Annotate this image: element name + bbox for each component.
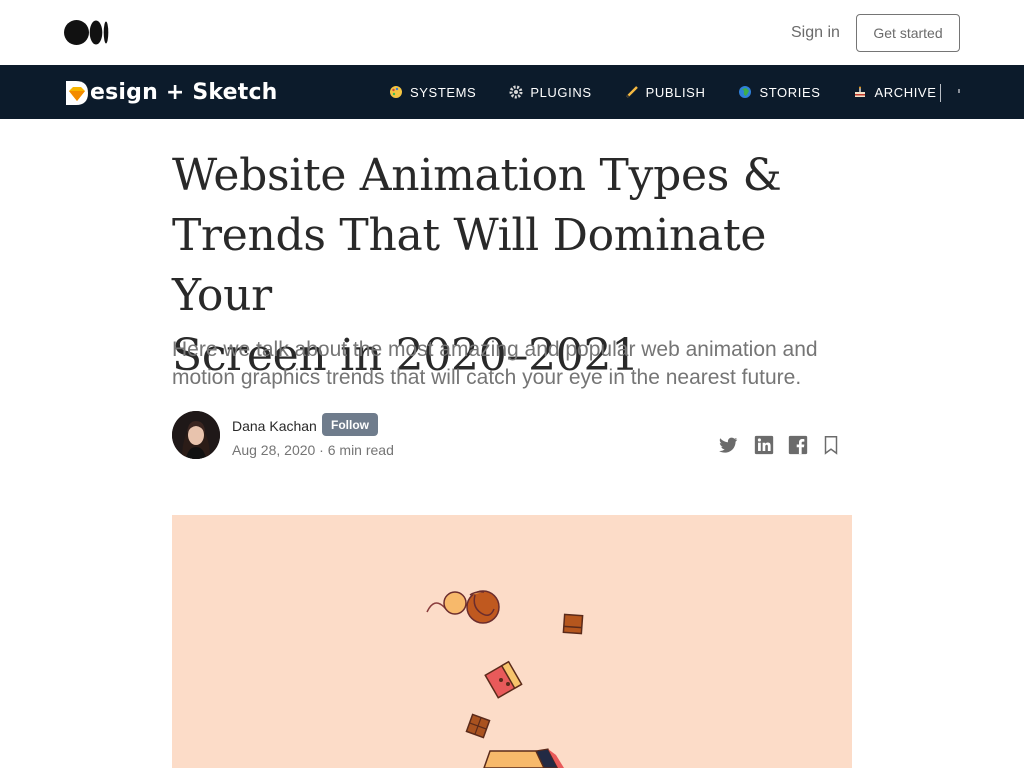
nav-publish-label: PUBLISH bbox=[645, 84, 706, 100]
publication-home-link[interactable]: esign + Sketch bbox=[64, 77, 278, 107]
nav-divider bbox=[940, 84, 941, 102]
palette-icon bbox=[388, 84, 404, 100]
nav-stories-label: STORIES bbox=[759, 84, 821, 100]
medium-logo-icon[interactable] bbox=[64, 20, 110, 45]
follow-button[interactable]: Follow bbox=[322, 413, 378, 436]
twitter-icon[interactable] bbox=[717, 434, 739, 456]
nav-plugins[interactable]: PLUGINS bbox=[508, 84, 591, 100]
article-subtitle-line: Here we talk about the most amazing and … bbox=[172, 338, 818, 361]
article-title-line: Website Animation Types & bbox=[172, 150, 782, 201]
top-bar: Sign in Get started bbox=[0, 0, 1024, 65]
nav-systems-label: SYSTEMS bbox=[410, 84, 477, 100]
pencil-icon bbox=[624, 84, 640, 100]
article-meta: Aug 28, 2020 · 6 min read bbox=[232, 442, 394, 458]
article-subtitle: Here we talk about the most amazing and … bbox=[172, 336, 862, 392]
linkedin-icon[interactable] bbox=[753, 434, 775, 456]
nav-archive[interactable]: ARCHIVE bbox=[852, 84, 936, 100]
get-started-button[interactable]: Get started bbox=[856, 14, 960, 52]
cake-icon bbox=[852, 84, 868, 100]
nav-plugins-label: PLUGINS bbox=[530, 84, 592, 100]
sign-in-link[interactable]: Sign in bbox=[791, 24, 840, 42]
author-avatar[interactable] bbox=[172, 411, 220, 459]
nav-stories[interactable]: STORIES bbox=[737, 84, 820, 100]
gear-icon bbox=[508, 84, 524, 100]
nav-systems[interactable]: SYSTEMS bbox=[388, 84, 476, 100]
publication-nav: esign + Sketch SYSTEMS PLUGINS PUBLISH S… bbox=[0, 65, 1024, 119]
globe-icon bbox=[737, 84, 753, 100]
publication-nav-links: SYSTEMS PLUGINS PUBLISH STORIES ARCHIVE bbox=[388, 65, 968, 119]
nav-archive-label: ARCHIVE bbox=[874, 84, 937, 100]
publication-title: esign + Sketch bbox=[90, 79, 278, 105]
article-title-line: Trends That Will Dominate Your bbox=[172, 210, 767, 321]
author-name[interactable]: Dana Kachan bbox=[232, 418, 317, 434]
facebook-icon[interactable] bbox=[787, 434, 809, 456]
nav-more-indicator[interactable] bbox=[958, 89, 960, 93]
hero-illustration bbox=[172, 515, 852, 768]
article-subtitle-line: motion graphics trends that will catch y… bbox=[172, 366, 802, 389]
design-sketch-logo-icon bbox=[64, 79, 90, 105]
bookmark-icon[interactable] bbox=[822, 434, 840, 456]
nav-publish[interactable]: PUBLISH bbox=[624, 84, 706, 100]
